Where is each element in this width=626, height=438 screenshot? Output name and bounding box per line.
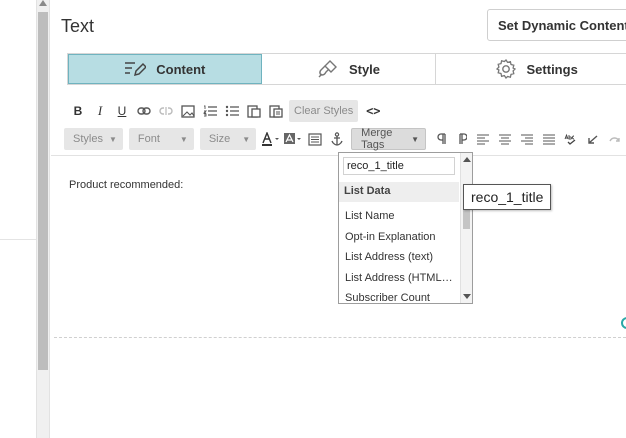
- merge-tags-dropdown-label: Merge Tags: [361, 127, 393, 151]
- block-boundary-line: [54, 337, 626, 338]
- styles-dropdown[interactable]: Styles ▼: [64, 128, 123, 150]
- text-color-button[interactable]: [260, 128, 282, 150]
- justify-button[interactable]: [538, 128, 560, 150]
- align-center-icon: [499, 133, 511, 145]
- pencil-lines-icon: [125, 62, 147, 77]
- left-pane-background: [0, 240, 36, 438]
- align-center-button[interactable]: [494, 128, 516, 150]
- tab-style-label: Style: [348, 61, 381, 77]
- scroll-up-arrow-icon[interactable]: [463, 157, 471, 162]
- tab-settings[interactable]: Settings: [436, 54, 626, 84]
- paragraph-ltr-icon: [437, 133, 446, 144]
- align-left-button[interactable]: [472, 128, 494, 150]
- chevron-down-icon: ▼: [179, 134, 188, 144]
- merge-tag-item[interactable]: List Address (HTML…: [339, 271, 459, 292]
- merge-tags-section-header: List Data: [339, 182, 459, 202]
- chevron-down-icon: ▼: [108, 134, 117, 144]
- merge-tags-list: List Name Opt-in Explanation List Addres…: [339, 209, 459, 303]
- set-dynamic-content-button[interactable]: Set Dynamic Content: [487, 9, 626, 41]
- numbered-list-icon: [203, 105, 217, 117]
- search-tooltip: reco_1_title: [463, 184, 552, 210]
- link-icon: [137, 107, 151, 115]
- scroll-down-arrow-icon[interactable]: [463, 294, 471, 299]
- spellcheck-icon: [564, 133, 576, 145]
- page-scrollbar[interactable]: [36, 0, 50, 438]
- merge-tag-item[interactable]: List Address (text): [339, 250, 459, 271]
- spellcheck-button[interactable]: [560, 128, 582, 150]
- underline-button[interactable]: U: [111, 100, 133, 122]
- editor-body-text[interactable]: Product recommended:: [69, 179, 183, 191]
- source-code-button[interactable]: <>: [362, 100, 384, 122]
- unlink-icon: [159, 107, 173, 115]
- paragraph-ltr-button[interactable]: [432, 128, 452, 150]
- redo-icon: [609, 136, 620, 142]
- numbered-list-button[interactable]: [199, 100, 221, 122]
- toolbar-row-2: Styles ▼ Font ▼ Size ▼ Merge Tags ▼: [64, 127, 626, 151]
- paste-text-icon: [269, 105, 283, 118]
- italic-icon: I: [97, 103, 103, 118]
- tab-style[interactable]: Style: [262, 54, 437, 84]
- scrollbar-thumb[interactable]: [38, 12, 48, 370]
- paste-button[interactable]: [243, 100, 265, 122]
- panel-title: Text: [61, 16, 95, 36]
- size-dropdown[interactable]: Size ▼: [199, 128, 257, 150]
- clear-styles-button[interactable]: Clear Styles: [289, 100, 359, 122]
- underline-icon: U: [117, 104, 127, 118]
- anchor-icon: [331, 132, 343, 146]
- image-button[interactable]: [177, 100, 199, 122]
- align-right-button[interactable]: [516, 128, 538, 150]
- tab-content-label: Content: [156, 61, 206, 77]
- paragraph-rtl-icon: [459, 133, 467, 144]
- gear-icon: [495, 59, 516, 79]
- paragraph-rtl-button[interactable]: [452, 128, 472, 150]
- bold-icon: B: [73, 104, 83, 118]
- brush-icon: [318, 60, 337, 78]
- merge-tags-scrollbar[interactable]: [460, 153, 472, 303]
- background-color-button[interactable]: [282, 128, 304, 150]
- bullet-list-icon: [225, 105, 239, 117]
- align-right-icon: [521, 133, 533, 145]
- toolbar-row-1: B I U Clear Styles <>: [67, 100, 384, 122]
- merge-tags-dropdown[interactable]: Merge Tags ▼: [351, 127, 426, 151]
- merge-tag-item[interactable]: List Name: [339, 209, 459, 230]
- merge-tag-item[interactable]: Subscriber Count: [339, 291, 459, 303]
- tab-settings-label: Settings: [526, 61, 578, 77]
- justify-icon: [543, 133, 555, 145]
- left-pane: [0, 0, 36, 240]
- align-left-icon: [477, 133, 489, 145]
- link-button[interactable]: [133, 100, 155, 122]
- block-icon: [308, 132, 322, 146]
- paste-icon: [247, 105, 261, 118]
- undo-icon: [588, 134, 598, 144]
- add-block-handle-icon[interactable]: [621, 317, 626, 329]
- panel-tabs: Content Style Settings: [67, 53, 626, 85]
- font-dropdown-label: Font: [137, 133, 160, 145]
- redo-button[interactable]: [604, 128, 626, 150]
- chevron-down-icon: ▼: [242, 134, 251, 144]
- merge-tag-item[interactable]: Opt-in Explanation: [339, 230, 459, 251]
- paste-text-button[interactable]: [265, 100, 287, 122]
- background-color-icon: [284, 133, 302, 144]
- size-dropdown-label: Size: [208, 133, 231, 145]
- bullet-list-button[interactable]: [221, 100, 243, 122]
- scroll-up-arrow-icon[interactable]: [39, 0, 47, 6]
- bold-button[interactable]: B: [67, 100, 89, 122]
- tab-content[interactable]: Content: [68, 54, 262, 84]
- anchor-button[interactable]: [326, 128, 348, 150]
- merge-tags-menu: List Data List Name Opt-in Explanation L…: [338, 152, 473, 304]
- italic-button[interactable]: I: [89, 100, 111, 122]
- styles-dropdown-label: Styles: [73, 133, 103, 145]
- chevron-down-icon: ▼: [411, 134, 419, 144]
- image-icon: [181, 104, 195, 118]
- merge-tags-search-input[interactable]: [343, 157, 455, 175]
- unlink-button[interactable]: [155, 100, 177, 122]
- editor-page: Text Set Dynamic Content Content Style S…: [0, 0, 626, 438]
- font-dropdown[interactable]: Font ▼: [128, 128, 194, 150]
- text-color-icon: [262, 132, 280, 146]
- block-button[interactable]: [304, 128, 326, 150]
- undo-button[interactable]: [582, 128, 604, 150]
